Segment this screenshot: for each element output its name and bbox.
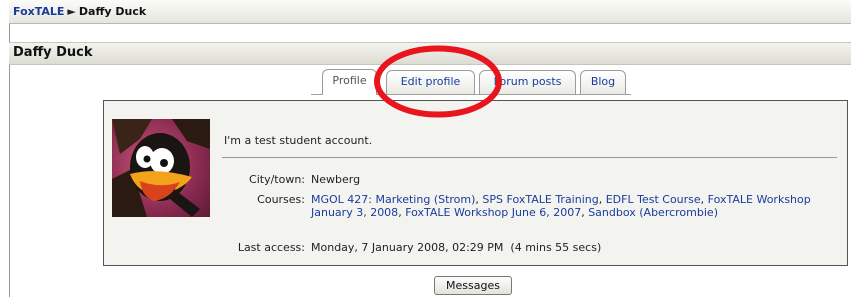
- daffy-duck-avatar-image: [112, 119, 210, 217]
- profile-divider: [222, 157, 837, 158]
- city-value: Newberg: [311, 173, 361, 186]
- profile-panel: I'm a test student account. City/town: N…: [103, 100, 848, 266]
- course-link[interactable]: EDFL Test Course: [606, 193, 701, 206]
- breadcrumb-separator-icon: ►: [67, 5, 76, 18]
- tab-forum-posts[interactable]: Forum posts: [479, 70, 576, 94]
- last-access-value: Monday, 7 January 2008, 02:29 PM (4 mins…: [311, 241, 602, 254]
- course-link[interactable]: MGOL 427: Marketing (Strom): [311, 193, 475, 206]
- navigation-bar: FoxTALE ► Daffy Duck: [9, 0, 851, 24]
- course-link[interactable]: FoxTALE Workshop June 6, 2007: [405, 206, 581, 219]
- avatar: [112, 119, 210, 217]
- page-heading-bar: Daffy Duck: [9, 42, 851, 65]
- tab-profile[interactable]: Profile: [322, 69, 377, 95]
- breadcrumb: FoxTALE ► Daffy Duck: [13, 5, 146, 18]
- course-link[interactable]: Sandbox (Abercrombie): [588, 206, 718, 219]
- last-access-label: Last access:: [237, 241, 305, 254]
- profile-description: I'm a test student account.: [224, 134, 373, 147]
- messages-button[interactable]: Messages: [434, 276, 512, 295]
- courses-label: Courses:: [257, 193, 305, 206]
- tab-edit-profile[interactable]: Edit profile: [386, 70, 475, 94]
- breadcrumb-home-link[interactable]: FoxTALE: [13, 5, 64, 18]
- course-link[interactable]: SPS FoxTALE Training: [482, 193, 598, 206]
- breadcrumb-current: Daffy Duck: [78, 5, 147, 18]
- courses-list: MGOL 427: Marketing (Strom), SPS FoxTALE…: [311, 193, 811, 219]
- page-title: Daffy Duck: [13, 45, 93, 60]
- city-label: City/town:: [249, 173, 305, 186]
- tab-blog[interactable]: Blog: [580, 70, 626, 94]
